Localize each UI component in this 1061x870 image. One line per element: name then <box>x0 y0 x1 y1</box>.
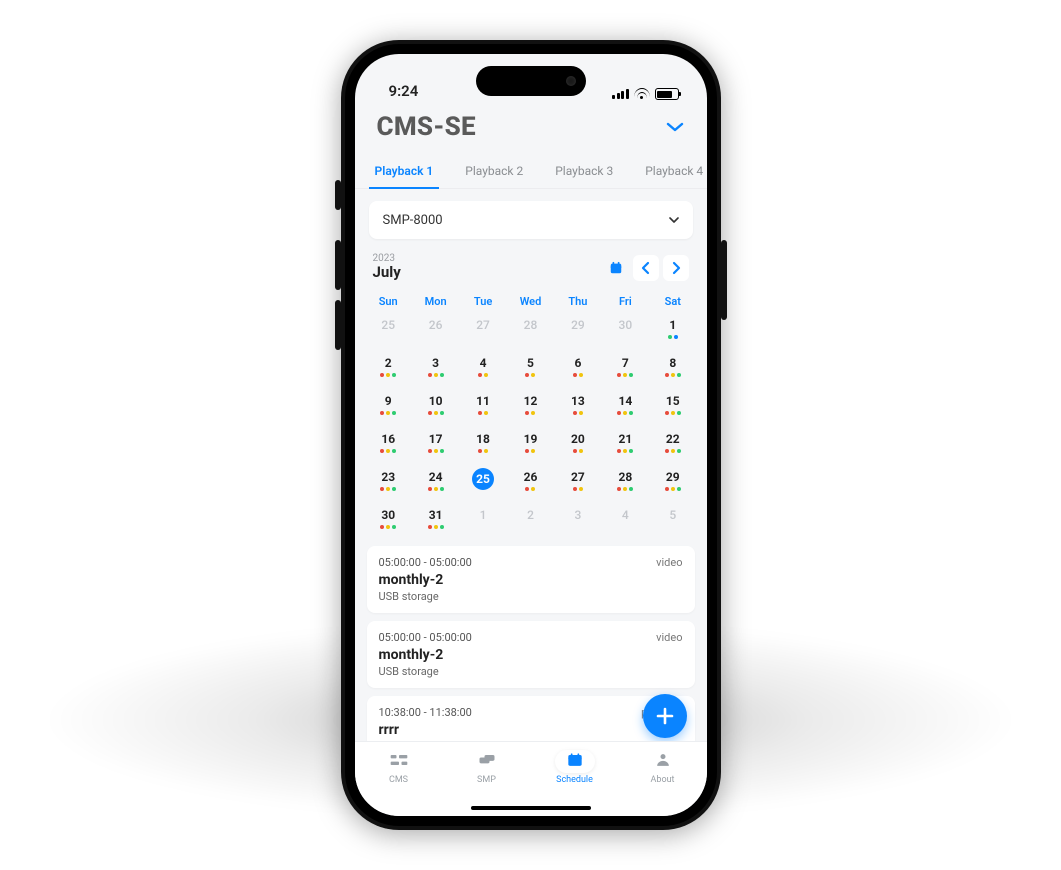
calendar-day[interactable]: 1 <box>649 312 696 348</box>
event-card[interactable]: 05:00:00 - 05:00:00video monthly-2 USB sto… <box>367 546 695 613</box>
calendar-day[interactable]: 31 <box>412 502 459 538</box>
calendar-day[interactable]: 19 <box>507 426 554 462</box>
nav-smp[interactable]: SMP <box>457 750 517 785</box>
nav-cms-label: CMS <box>389 775 408 785</box>
calendar-day: 30 <box>602 312 649 348</box>
calendar-day[interactable]: 7 <box>602 350 649 386</box>
calendar-dow: Thu <box>554 289 601 310</box>
calendar-day[interactable]: 16 <box>365 426 412 462</box>
event-subtitle: USB storage <box>379 590 683 603</box>
calendar-day[interactable]: 9 <box>365 388 412 424</box>
app-title: CMS-SE <box>377 112 476 142</box>
nav-schedule-label: Schedule <box>556 775 593 785</box>
nav-about[interactable]: About <box>633 750 693 785</box>
calendar-day[interactable]: 22 <box>649 426 696 462</box>
event-title: monthly-2 <box>379 572 683 588</box>
calendar-month: July <box>373 263 401 281</box>
calendar-grid: SunMonTueWedThuFriSat2526272829301234567… <box>355 283 707 542</box>
calendar-day[interactable]: 11 <box>459 388 506 424</box>
calendar-day: 5 <box>649 502 696 538</box>
wifi-icon <box>634 88 650 100</box>
calendar-day[interactable]: 28 <box>602 464 649 500</box>
calendar-day[interactable]: 27 <box>554 464 601 500</box>
calendar-day[interactable]: 17 <box>412 426 459 462</box>
device-select[interactable]: SMP-8000 <box>369 201 693 239</box>
nav-about-label: About <box>651 775 675 785</box>
add-button[interactable] <box>643 694 687 738</box>
calendar-day[interactable]: 8 <box>649 350 696 386</box>
chevron-down-icon <box>669 215 679 225</box>
calendar-day[interactable]: 2 <box>365 350 412 386</box>
cms-icon <box>379 750 419 773</box>
calendar-day: 3 <box>554 502 601 538</box>
calendar-dow: Mon <box>412 289 459 310</box>
calendar-day[interactable]: 25 <box>459 464 506 500</box>
calendar-dow: Sat <box>649 289 696 310</box>
calendar-day[interactable]: 24 <box>412 464 459 500</box>
nav-schedule[interactable]: Schedule <box>545 750 605 785</box>
calendar-day[interactable]: 20 <box>554 426 601 462</box>
battery-icon <box>655 88 679 100</box>
calendar-dow: Sun <box>365 289 412 310</box>
nav-smp-label: SMP <box>477 775 496 785</box>
event-time: 05:00:00 - 05:00:00 <box>379 631 683 644</box>
calendar-day[interactable]: 23 <box>365 464 412 500</box>
calendar-day[interactable]: 12 <box>507 388 554 424</box>
calendar-day[interactable]: 14 <box>602 388 649 424</box>
calendar-day[interactable]: 3 <box>412 350 459 386</box>
status-time: 9:24 <box>389 82 419 100</box>
event-title: rrrr <box>379 722 683 738</box>
calendar-day[interactable]: 4 <box>459 350 506 386</box>
calendar-today-button[interactable] <box>603 255 629 281</box>
calendar-day[interactable]: 18 <box>459 426 506 462</box>
calendar-day: 29 <box>554 312 601 348</box>
calendar-day: 26 <box>412 312 459 348</box>
bottom-tabbar: CMS SMP Schedule About <box>355 741 707 816</box>
tab-playback-3[interactable]: Playback 3 <box>553 154 615 188</box>
calendar-next-button[interactable] <box>663 255 689 281</box>
about-icon <box>643 750 683 773</box>
tab-playback-4[interactable]: Playback 4 <box>643 154 705 188</box>
header-dropdown-button[interactable] <box>665 121 685 133</box>
tab-playback-1[interactable]: Playback 1 <box>373 154 436 188</box>
event-title: monthly-2 <box>379 647 683 663</box>
calendar-day: 1 <box>459 502 506 538</box>
event-type: video <box>656 556 682 569</box>
event-type: video <box>656 631 682 644</box>
calendar-day[interactable]: 29 <box>649 464 696 500</box>
calendar-day: 2 <box>507 502 554 538</box>
calendar-day: 4 <box>602 502 649 538</box>
event-card[interactable]: 05:00:00 - 05:00:00video monthly-2 USB sto… <box>367 621 695 688</box>
calendar-dow: Tue <box>459 289 506 310</box>
device-select-value: SMP-8000 <box>383 213 443 228</box>
calendar-day: 25 <box>365 312 412 348</box>
calendar-day[interactable]: 15 <box>649 388 696 424</box>
calendar-day[interactable]: 6 <box>554 350 601 386</box>
event-time: 10:38:00 - 11:38:00 <box>379 706 683 719</box>
calendar-day[interactable]: 30 <box>365 502 412 538</box>
calendar-day[interactable]: 5 <box>507 350 554 386</box>
event-subtitle: USB storage <box>379 665 683 678</box>
calendar-day[interactable]: 10 <box>412 388 459 424</box>
nav-cms[interactable]: CMS <box>369 750 429 785</box>
tab-playback-2[interactable]: Playback 2 <box>463 154 525 188</box>
signal-icon <box>612 89 629 99</box>
calendar-dow: Wed <box>507 289 554 310</box>
calendar-prev-button[interactable] <box>633 255 659 281</box>
schedule-icon <box>555 750 595 773</box>
calendar-day: 28 <box>507 312 554 348</box>
playback-tabs: Playback 1 Playback 2 Playback 3 Playbac… <box>355 154 707 189</box>
calendar-day[interactable]: 13 <box>554 388 601 424</box>
event-time: 05:00:00 - 05:00:00 <box>379 556 683 569</box>
calendar-day[interactable]: 21 <box>602 426 649 462</box>
smp-icon <box>467 750 507 773</box>
calendar-day[interactable]: 26 <box>507 464 554 500</box>
calendar-dow: Fri <box>602 289 649 310</box>
calendar-day: 27 <box>459 312 506 348</box>
